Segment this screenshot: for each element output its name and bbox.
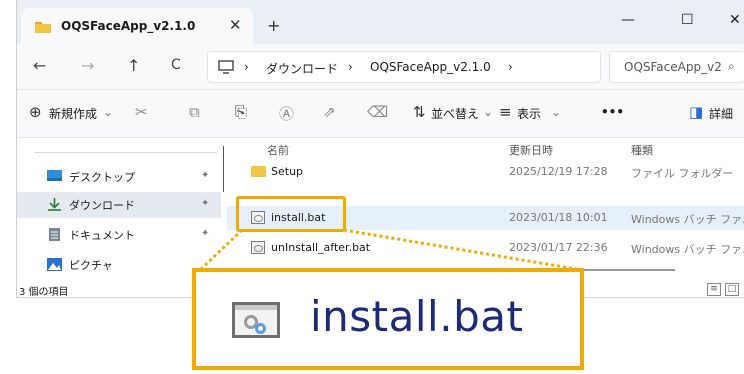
folder-icon bbox=[251, 166, 266, 177]
gear-icon bbox=[255, 323, 266, 334]
maximize-button[interactable]: ☐ bbox=[681, 12, 694, 28]
file-explorer-window: OQSFaceApp_v2.1.0 ✕ + — ☐ ✕ ← → ↑ C › ダウ… bbox=[16, 0, 744, 298]
sidebar-item-label: ダウンロード bbox=[69, 199, 135, 212]
rename-icon[interactable]: Ⓐ bbox=[279, 103, 294, 124]
chevron-down-icon: ⌄ bbox=[483, 105, 494, 119]
file-type: ファイル フォルダー bbox=[631, 167, 734, 180]
file-type: Windows バッチ ファ... bbox=[631, 243, 744, 256]
search-input[interactable]: OQSFaceApp_v2 bbox=[624, 60, 722, 74]
file-date: 2023/01/18 10:01 bbox=[509, 211, 608, 224]
tab-close-icon[interactable]: ✕ bbox=[229, 16, 242, 34]
sort-icon: ⇅ bbox=[413, 103, 426, 121]
view-button[interactable]: 表示 bbox=[517, 105, 541, 122]
chevron-down-icon: ⌄ bbox=[103, 105, 114, 119]
forward-arrow-icon[interactable]: → bbox=[81, 56, 94, 75]
icon-titlebar bbox=[235, 305, 277, 310]
breadcrumb-downloads[interactable]: ダウンロード bbox=[266, 60, 338, 77]
close-button[interactable]: ✕ bbox=[729, 12, 741, 28]
view-icon: ≡ bbox=[499, 103, 512, 121]
breadcrumb-separator-icon: › bbox=[244, 60, 249, 74]
copy-icon[interactable]: ⧉ bbox=[189, 103, 200, 121]
navigation-bar: ← → ↑ C › ダウンロード › OQSFaceApp_v2.1.0 › O… bbox=[17, 44, 744, 90]
pin-icon: ✦ bbox=[201, 198, 210, 209]
pane-divider[interactable] bbox=[223, 146, 224, 192]
tab-oqsfaceapp[interactable]: OQSFaceApp_v2.1.0 ✕ bbox=[21, 8, 253, 44]
sidebar-divider bbox=[35, 152, 217, 153]
details-button[interactable]: 詳細 bbox=[709, 105, 733, 122]
new-button[interactable]: 新規作成 bbox=[49, 105, 97, 122]
batch-file-icon bbox=[232, 302, 280, 338]
table-row[interactable]: unInstall_after.bat 2023/01/17 22:36 Win… bbox=[227, 236, 744, 260]
column-header-date[interactable]: 更新日時 bbox=[509, 142, 553, 158]
details-view-icon[interactable]: ≡ bbox=[707, 283, 721, 296]
paste-icon[interactable]: ⎘ bbox=[235, 103, 247, 121]
column-header-name[interactable]: 名前 bbox=[267, 142, 289, 158]
download-icon bbox=[48, 198, 61, 211]
sort-button[interactable]: 並べ替え bbox=[431, 105, 479, 122]
delete-icon[interactable]: ⌫ bbox=[367, 103, 388, 121]
minimize-button[interactable]: — bbox=[621, 12, 635, 28]
breadcrumb-oqsfaceapp[interactable]: OQSFaceApp_v2.1.0 bbox=[370, 60, 491, 74]
search-box[interactable]: OQSFaceApp_v2 ⌕ bbox=[609, 51, 744, 83]
file-type: Windows バッチ ファ... bbox=[631, 213, 744, 226]
pin-icon: ✦ bbox=[201, 170, 210, 181]
sidebar-item-downloads[interactable]: ダウンロード ✦ bbox=[17, 192, 221, 218]
tiles-view-icon[interactable]: □ bbox=[725, 283, 739, 296]
breadcrumb-separator-icon: › bbox=[348, 60, 353, 74]
cut-icon[interactable]: ✂ bbox=[135, 103, 148, 121]
navigation-pane: デスクトップ ✦ ダウンロード ✦ ドキュメント ✦ ピクチャ bbox=[17, 138, 221, 282]
table-row[interactable]: Setup 2025/12/19 17:28 ファイル フォルダー bbox=[227, 160, 744, 184]
folder-icon bbox=[35, 22, 51, 33]
sidebar-item-label: デスクトップ bbox=[69, 171, 135, 184]
sidebar-item-documents[interactable]: ドキュメント ✦ bbox=[17, 222, 221, 248]
new-plus-icon: ⊕ bbox=[29, 103, 42, 121]
sidebar-item-desktop[interactable]: デスクトップ ✦ bbox=[17, 164, 221, 190]
sidebar-item-label: ピクチャ bbox=[69, 259, 113, 272]
pin-icon: ✦ bbox=[201, 228, 210, 239]
refresh-icon[interactable]: C bbox=[171, 57, 181, 73]
highlight-box bbox=[236, 196, 346, 232]
monitor-icon bbox=[218, 60, 234, 74]
share-icon[interactable]: ⇗ bbox=[323, 103, 336, 121]
column-header-type[interactable]: 種類 bbox=[631, 142, 653, 158]
sidebar-item-label: ドキュメント bbox=[69, 229, 135, 242]
chevron-down-icon: ⌄ bbox=[551, 105, 562, 119]
item-count: 3 個の項目 bbox=[19, 287, 69, 298]
file-date: 2025/12/19 17:28 bbox=[509, 165, 608, 178]
title-bar: OQSFaceApp_v2.1.0 ✕ + — ☐ ✕ bbox=[17, 0, 744, 44]
back-arrow-icon[interactable]: ← bbox=[33, 56, 46, 75]
batch-file-icon bbox=[251, 241, 265, 254]
address-bar[interactable]: › ダウンロード › OQSFaceApp_v2.1.0 › bbox=[207, 51, 601, 83]
file-name: unInstall_after.bat bbox=[271, 241, 371, 254]
tab-title: OQSFaceApp_v2.1.0 bbox=[61, 19, 196, 33]
file-name: Setup bbox=[271, 165, 304, 178]
new-tab-button[interactable]: + bbox=[267, 16, 280, 35]
up-arrow-icon[interactable]: ↑ bbox=[127, 56, 140, 75]
desktop-icon bbox=[47, 170, 62, 181]
more-options-icon[interactable]: ••• bbox=[601, 105, 624, 119]
details-pane-icon: ◨ bbox=[689, 103, 704, 121]
document-icon bbox=[49, 228, 60, 241]
zoom-callout: install.bat bbox=[192, 268, 584, 370]
breadcrumb-separator-icon[interactable]: › bbox=[508, 60, 513, 74]
sidebar-item-pictures[interactable]: ピクチャ bbox=[17, 252, 221, 278]
search-icon: ⌕ bbox=[728, 59, 735, 73]
file-date: 2023/01/17 22:36 bbox=[509, 241, 608, 254]
command-bar: ⊕ 新規作成 ⌄ ✂ ⧉ ⎘ Ⓐ ⇗ ⌫ ⇅ 並べ替え ⌄ ≡ 表示 ⌄ •••… bbox=[17, 90, 744, 138]
picture-icon bbox=[47, 258, 62, 271]
zoom-file-name: install.bat bbox=[310, 292, 524, 341]
